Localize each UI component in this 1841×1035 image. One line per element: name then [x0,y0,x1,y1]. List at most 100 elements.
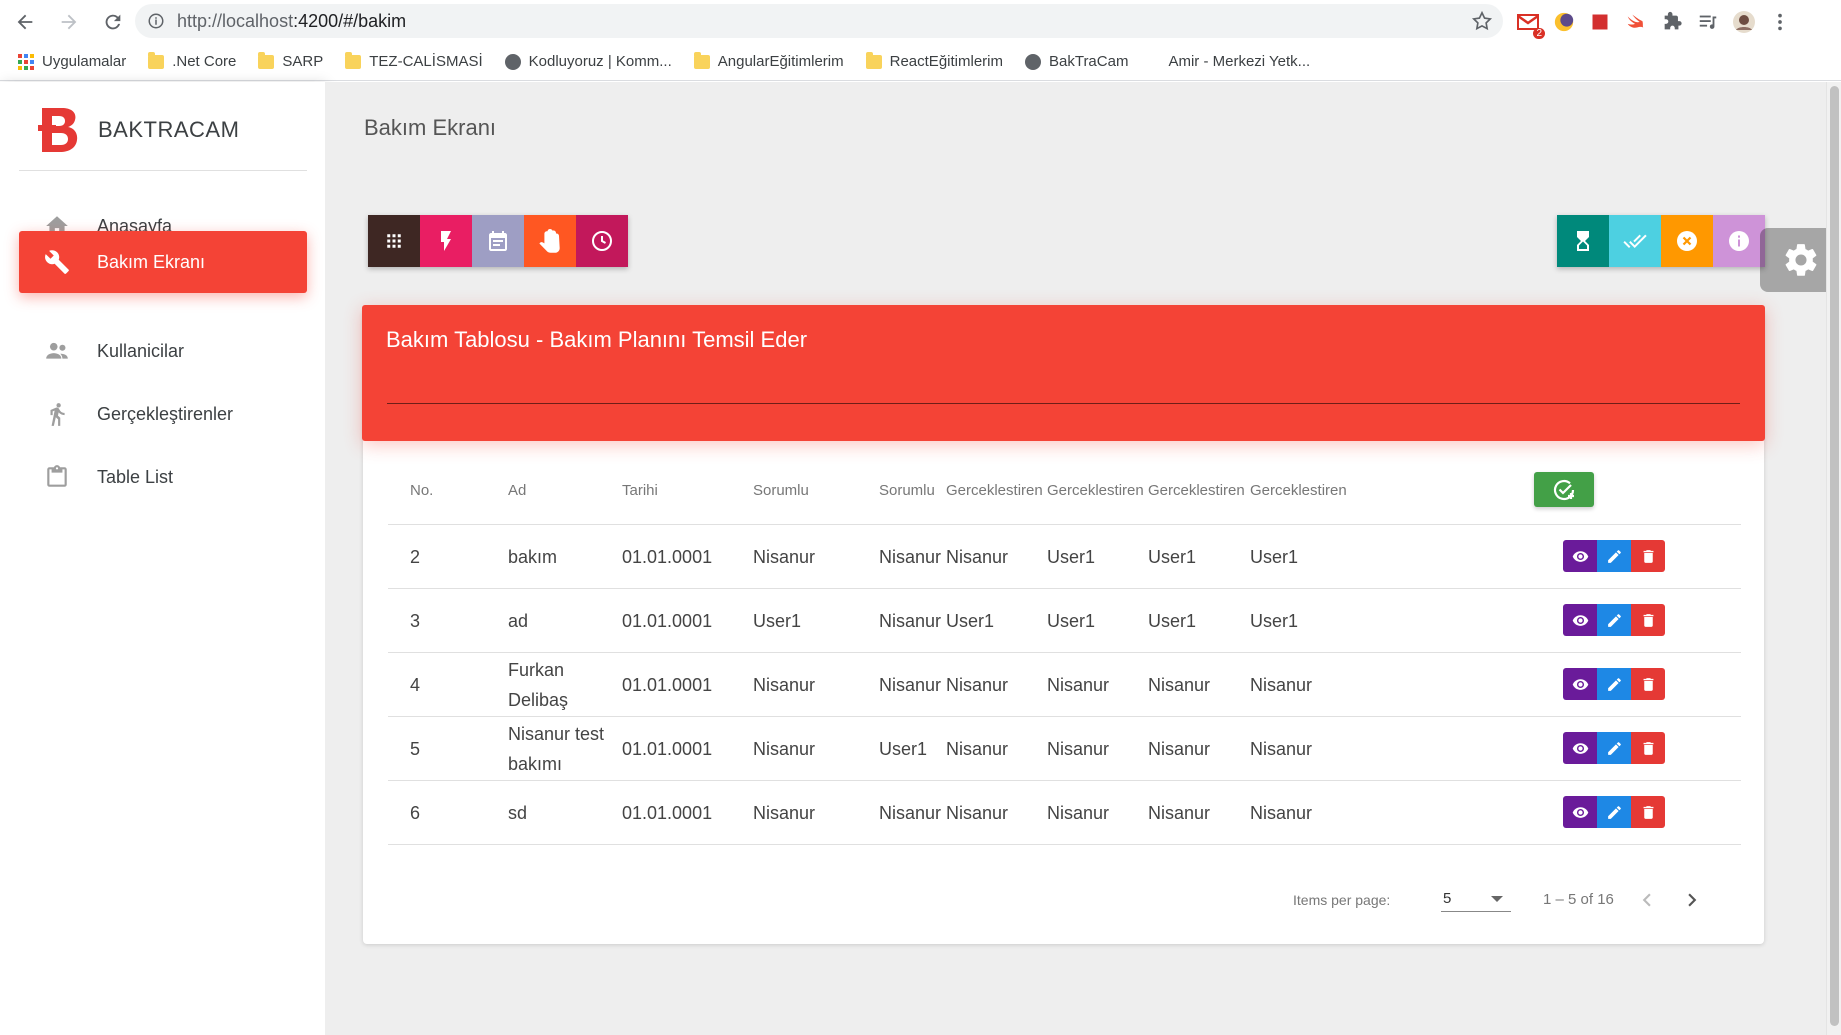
profile-avatar[interactable] [1731,9,1757,35]
bookmark-sarp[interactable]: SARP [258,51,323,70]
page-range-label: 1 – 5 of 16 [1543,891,1614,908]
puzzle-extension[interactable] [1659,9,1685,35]
previous-page-button[interactable] [1633,886,1661,914]
view-button[interactable] [1563,668,1597,700]
done-status-button[interactable] [1609,215,1661,267]
items-per-page-value: 5 [1443,890,1452,907]
bookmark-star-icon[interactable] [1471,10,1493,32]
folder-icon [693,51,710,69]
moon-extension[interactable] [1551,9,1577,35]
cancel-icon [1677,231,1697,251]
bookmark-amir[interactable]: Amir - Merkezi Yetk... [1168,53,1310,70]
reload-button[interactable] [94,3,132,41]
delete-button[interactable] [1631,796,1665,828]
cell-gerceklestiren-4: User1 [1250,611,1299,631]
edit-button[interactable] [1597,540,1631,572]
sidebar-item-table-list[interactable]: Table List [19,446,307,508]
arrow-left-icon [17,14,33,29]
cell-no: 6 [410,803,421,823]
url-text[interactable]: http://localhost:4200/#/bakim [177,11,406,32]
delete-button[interactable] [1631,604,1665,636]
extensions-area: 2 [1515,6,1793,39]
bookmark-angular[interactable]: AngularEğitimlerim [693,51,844,70]
red-square-extension[interactable] [1587,9,1613,35]
divider [19,170,307,171]
delete-button[interactable] [1631,668,1665,700]
column-header-gerceklestiren-1[interactable]: Gerceklestiren [946,455,1043,525]
edit-button[interactable] [1597,732,1631,764]
column-header-no[interactable]: No. [410,455,433,525]
info-status-button[interactable] [1713,215,1765,267]
cell-sorumlu-2: Nisanur [879,611,942,631]
brand-name: BAKTRACAM [98,117,240,142]
column-header-sorumlu-1[interactable]: Sorumlu [753,455,809,525]
trash-icon [1643,677,1653,691]
delete-button[interactable] [1631,540,1665,572]
cell-gerceklestiren-3: User1 [1148,547,1197,567]
sidebar-item-label: Bakım Ekranı [97,251,206,272]
column-header-tarihi[interactable]: Tarihi [622,455,658,525]
column-header-gerceklestiren-3[interactable]: Gerceklestiren [1148,455,1245,525]
bookmark-apps[interactable]: Uygulamalar [18,53,126,70]
clock-filter-button[interactable] [576,215,628,267]
cell-sorumlu-2: Nisanur [879,675,942,695]
edit-button[interactable] [1597,668,1631,700]
eye-icon [1572,806,1588,818]
cell-ad: Nisanur test bakımı [508,724,605,774]
swift-extension[interactable] [1623,9,1649,35]
pending-status-button[interactable] [1557,215,1609,267]
cell-gerceklestiren-1: Nisanur [946,547,1009,567]
bookmark-label: ReactEğitimlerim [889,53,1003,70]
cell-gerceklestiren-1: User1 [946,611,995,631]
items-per-page-select[interactable]: 5 [1441,886,1511,912]
bookmark-baktracam[interactable]: BakTraCam [1024,53,1128,70]
info-circle-icon[interactable] [147,12,165,30]
hand-filter-button[interactable] [524,215,576,267]
trash-icon [1643,741,1653,755]
chrome-menu-button[interactable] [1767,9,1793,35]
media-extension[interactable] [1695,9,1721,35]
calendar-filter-button[interactable] [472,215,524,267]
cell-gerceklestiren-3: Nisanur [1148,675,1211,695]
apps-filter-button[interactable] [368,215,420,267]
puzzle-icon [1664,11,1682,30]
forward-button[interactable] [50,3,88,41]
cell-gerceklestiren-4: Nisanur [1250,675,1313,695]
edit-button[interactable] [1597,604,1631,636]
sidebar-item-bakim-ekrani[interactable]: Bakım Ekranı [19,231,307,293]
cancelled-status-button[interactable] [1661,215,1713,267]
column-header-ad[interactable]: Ad [508,455,526,525]
bookmark-net-core[interactable]: .Net Core [148,51,236,70]
brand[interactable]: BAKTRACAM [38,106,239,154]
view-button[interactable] [1563,732,1597,764]
view-button[interactable] [1563,540,1597,572]
bookmark-label: AngularEğitimlerim [717,53,844,70]
column-header-sorumlu-2[interactable]: Sorumlu [879,455,935,525]
column-header-gerceklestiren-4[interactable]: Gerceklestiren [1250,455,1347,525]
row-actions [1563,796,1665,828]
address-bar[interactable]: http://localhost:4200/#/bakim [135,4,1503,38]
page-scrollbar[interactable] [1826,82,1841,1035]
add-bakim-button[interactable] [1534,472,1594,507]
bookmark-kodluyoruz[interactable]: Kodluyoruz | Komm... [504,53,672,70]
bookmark-react[interactable]: ReactEğitimlerim [865,51,1003,70]
flash-filter-button[interactable] [420,215,472,267]
pencil-icon [1607,741,1621,755]
scrollbar-thumb[interactable] [1830,86,1839,1026]
view-button[interactable] [1563,796,1597,828]
bookmark-tez[interactable]: TEZ-CALİSMASİ [345,51,483,70]
sidebar-item-label: Gerçekleştirenler [97,403,234,424]
edit-button[interactable] [1597,796,1631,828]
table-row: 2 bakım 01.01.0001 Nisanur Nisanur Nisanur Use… [388,525,1741,589]
column-header-gerceklestiren-2[interactable]: Gerceklestiren [1047,455,1144,525]
sidebar-item-kullanicilar[interactable]: Kullanicilar [19,320,307,382]
view-button[interactable] [1563,604,1597,636]
gmail-extension[interactable]: 2 [1515,9,1545,39]
sidebar-item-gerceklestirenler[interactable]: Gerçekleştirenler [19,383,307,445]
next-page-button[interactable] [1678,886,1706,914]
cell-sorumlu-2: User1 [879,739,928,759]
back-button[interactable] [6,3,44,41]
cell-sorumlu-1: Nisanur [753,803,816,823]
delete-button[interactable] [1631,732,1665,764]
reload-icon [105,14,121,29]
